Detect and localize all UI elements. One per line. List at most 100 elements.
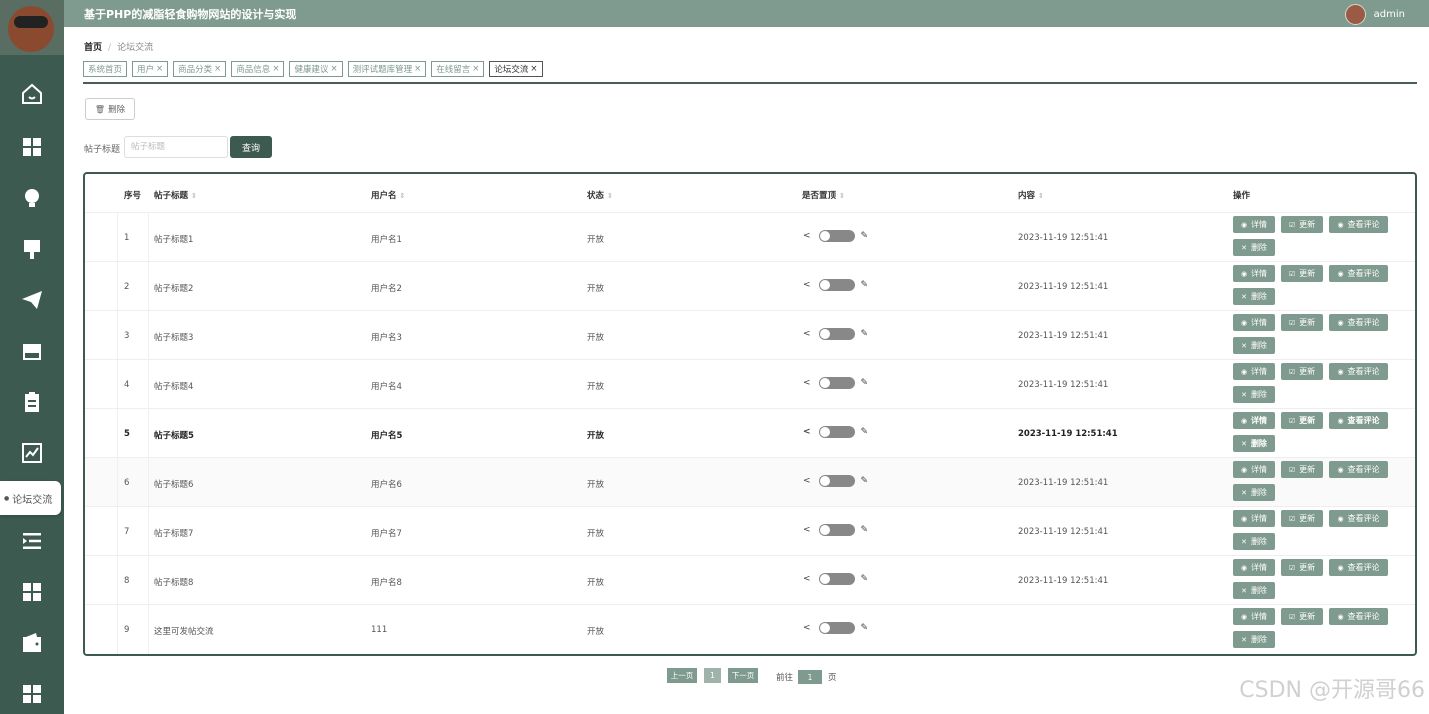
update-button[interactable]: ☑ 更新 xyxy=(1281,608,1323,625)
pinned-toggle[interactable] xyxy=(818,524,855,536)
tab-product-info[interactable]: 商品信息 × xyxy=(231,61,285,77)
view-comments-button[interactable]: ◉ 查看评论 xyxy=(1329,216,1388,233)
share-icon[interactable]: < xyxy=(803,231,811,241)
pinned-toggle[interactable] xyxy=(818,573,855,585)
delete-button[interactable]: ✕ 删除 xyxy=(1233,582,1275,599)
user-menu[interactable]: admin xyxy=(1344,4,1405,25)
pencil-icon[interactable]: ✎ xyxy=(861,329,869,339)
table-row[interactable]: 8 帖子标题8 用户名8 开放 < ✎ 2023-11-19 12:51:41 ◉ 详情 ☑ 更新 ◉… xyxy=(85,555,1415,605)
close-icon[interactable]: × xyxy=(214,64,221,74)
delete-button[interactable]: ✕ 删除 xyxy=(1233,435,1275,452)
pencil-icon[interactable]: ✎ xyxy=(861,574,869,584)
search-input[interactable] xyxy=(124,136,228,158)
tab-health-advice[interactable]: 健康建议 × xyxy=(289,61,343,77)
table-row[interactable]: 4 帖子标题4 用户名4 开放 < ✎ 2023-11-19 12:51:41 ◉ 详情 ☑ 更新 ◉… xyxy=(85,359,1415,409)
share-icon[interactable]: < xyxy=(803,329,811,339)
table-row[interactable]: 2 帖子标题2 用户名2 开放 < ✎ 2023-11-19 12:51:41 ◉ 详情 ☑ 更新 ◉… xyxy=(85,261,1415,311)
pencil-icon[interactable]: ✎ xyxy=(861,525,869,535)
pencil-icon[interactable]: ✎ xyxy=(861,623,869,633)
tab-system-home[interactable]: 系统首页 xyxy=(83,61,128,77)
view-comments-button[interactable]: ◉ 查看评论 xyxy=(1329,608,1388,625)
pinned-toggle[interactable] xyxy=(818,230,855,242)
clipboard-icon[interactable] xyxy=(0,382,64,422)
pencil-icon[interactable]: ✎ xyxy=(861,231,869,241)
close-icon[interactable]: × xyxy=(530,64,537,74)
share-icon[interactable]: < xyxy=(803,623,811,633)
th-content[interactable]: 内容 ⇕ xyxy=(1018,189,1044,201)
detail-button[interactable]: ◉ 详情 xyxy=(1233,510,1275,527)
update-button[interactable]: ☑ 更新 xyxy=(1281,216,1323,233)
brush-icon[interactable] xyxy=(0,229,64,269)
tab-users[interactable]: 用户 × xyxy=(132,61,169,77)
delete-button[interactable]: ✕ 删除 xyxy=(1233,386,1275,403)
update-button[interactable]: ☑ 更新 xyxy=(1281,314,1323,331)
table-row[interactable]: 7 帖子标题7 用户名7 开放 < ✎ 2023-11-19 12:51:41 ◉ 详情 ☑ 更新 ◉… xyxy=(85,506,1415,556)
update-button[interactable]: ☑ 更新 xyxy=(1281,363,1323,380)
view-comments-button[interactable]: ◉ 查看评论 xyxy=(1329,461,1388,478)
share-icon[interactable]: < xyxy=(803,427,811,437)
table-row[interactable]: 3 帖子标题3 用户名3 开放 < ✎ 2023-11-19 12:51:41 ◉ 详情 ☑ 更新 ◉… xyxy=(85,310,1415,360)
pinned-toggle[interactable] xyxy=(818,426,855,438)
share-icon[interactable]: < xyxy=(803,378,811,388)
delete-button[interactable]: ✕ 删除 xyxy=(1233,337,1275,354)
th-user[interactable]: 用户名 ⇕ xyxy=(371,189,405,201)
table-row[interactable]: 5 帖子标题5 用户名5 开放 < ✎ 2023-11-19 12:51:41 ◉ 详情 ☑ 更新 ◉… xyxy=(85,408,1415,458)
pinned-toggle[interactable] xyxy=(818,475,855,487)
table-row[interactable]: 1 帖子标题1 用户名1 开放 < ✎ 2023-11-19 12:51:41 ◉ 详情 ☑ 更新 ◉… xyxy=(85,212,1415,262)
pinned-toggle[interactable] xyxy=(818,377,855,389)
detail-button[interactable]: ◉ 详情 xyxy=(1233,265,1275,282)
tab-forum[interactable]: 论坛交流 × xyxy=(489,61,543,77)
page-number-1[interactable]: 1 xyxy=(704,668,721,683)
close-icon[interactable]: × xyxy=(472,64,479,74)
grid-icon-2[interactable] xyxy=(0,572,64,612)
lightbulb-icon[interactable] xyxy=(0,178,64,218)
detail-button[interactable]: ◉ 详情 xyxy=(1233,559,1275,576)
prev-page-button[interactable]: 上一页 xyxy=(667,668,697,683)
wallet-icon[interactable] xyxy=(0,623,64,663)
close-icon[interactable]: × xyxy=(272,64,279,74)
list-indent-icon[interactable] xyxy=(0,521,64,561)
pinned-toggle[interactable] xyxy=(818,328,855,340)
view-comments-button[interactable]: ◉ 查看评论 xyxy=(1329,314,1388,331)
detail-button[interactable]: ◉ 详情 xyxy=(1233,314,1275,331)
home-icon[interactable] xyxy=(0,74,64,114)
delete-button[interactable]: ✕ 删除 xyxy=(1233,484,1275,501)
th-title[interactable]: 帖子标题 ⇕ xyxy=(154,189,197,201)
share-icon[interactable]: < xyxy=(803,280,811,290)
table-row[interactable]: 9 这里可发帖交流 111 开放 < ✎ ◉ 详情 ☑ 更新 ◉ 查看评论 ✕ 删除 xyxy=(85,604,1415,654)
share-icon[interactable]: < xyxy=(803,574,811,584)
update-button[interactable]: ☑ 更新 xyxy=(1281,461,1323,478)
grid-icon-3[interactable] xyxy=(0,674,64,714)
detail-button[interactable]: ◉ 详情 xyxy=(1233,363,1275,380)
paper-plane-icon[interactable] xyxy=(0,280,64,320)
tab-product-category[interactable]: 商品分类 × xyxy=(173,61,227,77)
pencil-icon[interactable]: ✎ xyxy=(861,280,869,290)
view-comments-button[interactable]: ◉ 查看评论 xyxy=(1329,265,1388,282)
update-button[interactable]: ☑ 更新 xyxy=(1281,510,1323,527)
delete-button[interactable]: ✕ 删除 xyxy=(1233,631,1275,648)
tab-messages[interactable]: 在线留言 × xyxy=(431,61,485,77)
pencil-icon[interactable]: ✎ xyxy=(861,378,869,388)
grid-icon[interactable] xyxy=(0,127,64,167)
table-row[interactable]: 6 帖子标题6 用户名6 开放 < ✎ 2023-11-19 12:51:41 ◉ 详情 ☑ 更新 ◉… xyxy=(85,457,1415,507)
pinned-toggle[interactable] xyxy=(818,622,855,634)
tab-question-bank[interactable]: 测评试题库管理 × xyxy=(347,61,427,77)
update-button[interactable]: ☑ 更新 xyxy=(1281,265,1323,282)
next-page-button[interactable]: 下一页 xyxy=(728,668,758,683)
pencil-icon[interactable]: ✎ xyxy=(861,476,869,486)
view-comments-button[interactable]: ◉ 查看评论 xyxy=(1329,559,1388,576)
detail-button[interactable]: ◉ 详情 xyxy=(1233,608,1275,625)
th-pinned[interactable]: 是否置顶 ⇕ xyxy=(802,189,845,201)
delete-button[interactable]: ✕ 删除 xyxy=(1233,239,1275,256)
close-icon[interactable]: × xyxy=(156,64,163,74)
detail-button[interactable]: ◉ 详情 xyxy=(1233,216,1275,233)
breadcrumb-home[interactable]: 首页 xyxy=(84,43,102,53)
close-icon[interactable]: × xyxy=(330,64,337,74)
update-button[interactable]: ☑ 更新 xyxy=(1281,559,1323,576)
pinned-toggle[interactable] xyxy=(818,279,855,291)
search-button[interactable]: 查询 xyxy=(230,136,272,158)
store-icon[interactable] xyxy=(0,331,64,371)
view-comments-button[interactable]: ◉ 查看评论 xyxy=(1329,510,1388,527)
close-icon[interactable]: × xyxy=(414,64,421,74)
detail-button[interactable]: ◉ 详情 xyxy=(1233,461,1275,478)
